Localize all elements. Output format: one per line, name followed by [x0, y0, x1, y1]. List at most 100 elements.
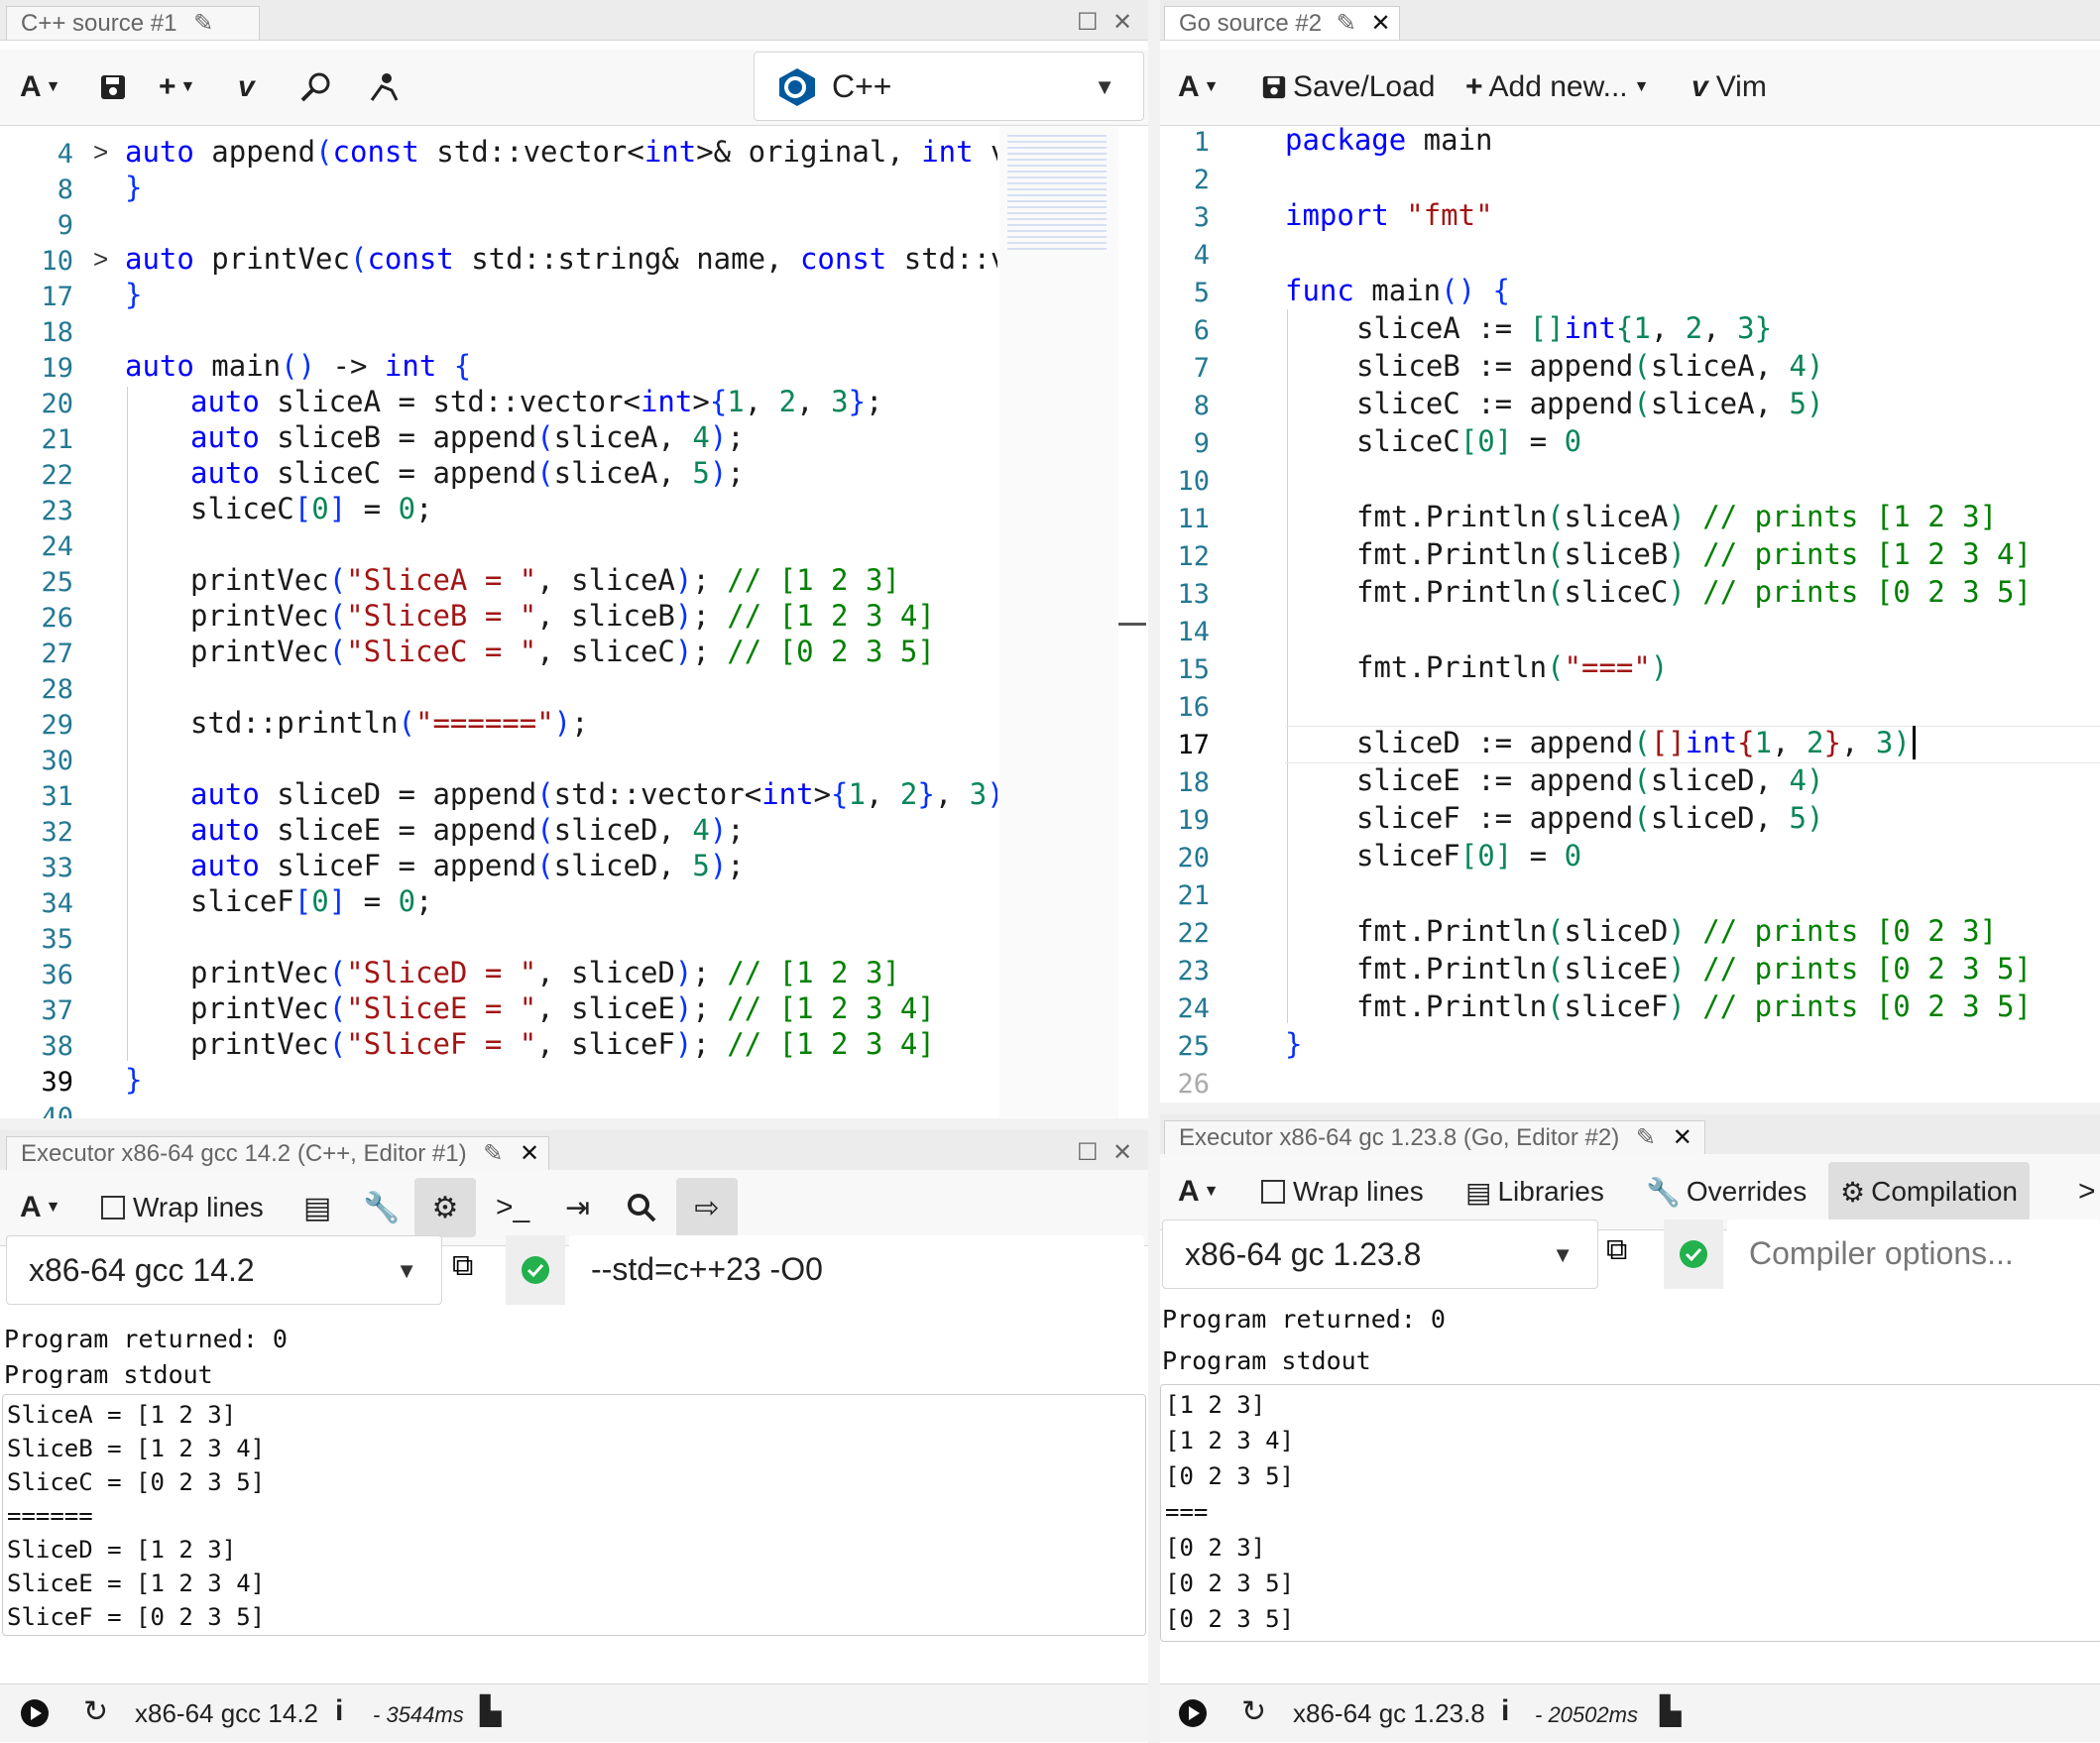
close-icon[interactable]: ✕: [1112, 1138, 1132, 1167]
popout-icon[interactable]: ⧉: [452, 1249, 473, 1283]
go-executor-tabbar: Executor x86-64 gc 1.23.8 (Go, Editor #2…: [1160, 1114, 2100, 1155]
code-line: package main: [1285, 123, 1493, 157]
stdin-icon[interactable]: ⇥: [565, 1178, 590, 1237]
minimap[interactable]: [999, 127, 1118, 1118]
code-line: }: [125, 1063, 143, 1097]
output-exit-icon[interactable]: ⇨: [676, 1178, 738, 1237]
save-icon[interactable]: [99, 58, 127, 117]
line-number: 31: [41, 781, 73, 812]
info-icon[interactable]: i: [1501, 1694, 1509, 1728]
line-number: 40: [41, 1103, 73, 1118]
code-line: printVec("SliceB = ", sliceB); // [1 2 3…: [190, 599, 935, 633]
compiler-select[interactable]: x86-64 gc 1.23.8 ▼: [1162, 1220, 1598, 1289]
checkbox-icon: [101, 1196, 125, 1220]
wrap-lines-toggle[interactable]: Wrap lines: [101, 1178, 264, 1237]
refresh-icon[interactable]: ↻: [83, 1694, 108, 1729]
pencil-icon[interactable]: ✎: [1636, 1124, 1656, 1151]
cpp-executor-tabbar: Executor x86-64 gcc 14.2 (C++, Editor #1…: [0, 1130, 1148, 1171]
wrap-lines-toggle[interactable]: Wrap lines: [1261, 1162, 1424, 1221]
line-number: 9: [57, 210, 73, 241]
stdout-line: ======: [7, 1502, 93, 1530]
status-compiler: x86-64 gc 1.23.8: [1293, 1698, 1485, 1728]
program-stdout-label: Program stdout: [1162, 1346, 1371, 1375]
line-number: 14: [1177, 617, 1210, 647]
stdout-line: [1 2 3]: [1165, 1391, 1266, 1419]
go-executor-statusbar: ↻ x86-64 gc 1.23.8 i - 20502ms ▙: [1160, 1684, 2100, 1742]
run-icon[interactable]: [20, 1698, 50, 1735]
refresh-icon[interactable]: ↻: [1241, 1694, 1266, 1729]
code-line: auto printVec(const std::string& name, c…: [125, 242, 997, 276]
line-number: 37: [41, 995, 73, 1026]
line-number: 19: [41, 353, 73, 384]
compiler-options-input[interactable]: --std=c++23 -O0: [569, 1235, 1144, 1305]
compiler-options-input[interactable]: Compiler options...: [1727, 1220, 2100, 1289]
code-line: fmt.Println(sliceA) // prints [1 2 3]: [1356, 500, 1998, 533]
line-number: 29: [41, 710, 73, 741]
info-icon[interactable]: i: [335, 1694, 343, 1728]
go-code-area[interactable]: package main import "fmt" func main() { …: [1285, 0, 2100, 1103]
line-number: 33: [41, 853, 73, 883]
line-number: 5: [1193, 278, 1210, 308]
line-number: 28: [41, 674, 73, 705]
code-line: std::println("======");: [190, 706, 589, 740]
close-icon[interactable]: ✕: [520, 1140, 539, 1167]
font-size-button[interactable]: A ▼: [1178, 58, 1220, 117]
cpp-code-area[interactable]: auto append(const std::vector<int>& orig…: [125, 0, 997, 1118]
checkbox-icon: [1261, 1180, 1285, 1204]
magnify-icon[interactable]: [627, 1178, 656, 1237]
compilation-gear-icon[interactable]: ⚙: [414, 1178, 476, 1237]
close-icon[interactable]: ✕: [1673, 1124, 1692, 1151]
stdout-line: SliceF = [0 2 3 5]: [7, 1603, 266, 1631]
chart-icon[interactable]: ▙: [1660, 1694, 1682, 1727]
overrides-button[interactable]: 🔧 Overrides: [1646, 1162, 1807, 1221]
chart-icon[interactable]: ▙: [480, 1694, 502, 1727]
compiler-select[interactable]: x86-64 gcc 14.2 ▼: [6, 1235, 442, 1305]
stdout-line: SliceD = [1 2 3]: [7, 1536, 237, 1564]
cpp-editor-pane: C++ source #1 ✎ ☐ ✕ A ▼ + ▼ v C++ ▼ 4 8 9 …: [0, 0, 1148, 1118]
line-number: 24: [41, 531, 73, 562]
terminal-icon[interactable]: >_: [496, 1178, 529, 1237]
more-chevron-icon[interactable]: >: [2078, 1162, 2096, 1221]
close-icon[interactable]: ✕: [1112, 8, 1132, 37]
stdout-line: SliceA = [1 2 3]: [7, 1401, 237, 1429]
go-editor-pane: Go source #2 ✎ ✕ A ▼ Save/Load + Add new..…: [1160, 0, 2100, 1103]
pencil-icon[interactable]: ✎: [483, 1140, 503, 1167]
font-size-button[interactable]: A ▼: [20, 1178, 61, 1237]
compilation-button[interactable]: ⚙ Compilation: [1828, 1162, 2030, 1221]
libraries-button[interactable]: ▤ Libraries: [1465, 1162, 1604, 1221]
program-returned: Program returned: 0: [4, 1325, 288, 1353]
run-icon[interactable]: [1178, 1698, 1208, 1735]
chevron-down-icon: ▼: [1094, 74, 1115, 99]
program-returned: Program returned: 0: [1162, 1305, 1446, 1334]
code-line: }: [125, 171, 143, 204]
libraries-icon[interactable]: ▤: [303, 1178, 331, 1237]
fold-arrow-icon[interactable]: >: [93, 137, 108, 168]
chevron-down-icon: ▼: [396, 1258, 417, 1283]
code-line: printVec("SliceF = ", sliceF); // [1 2 3…: [190, 1027, 935, 1061]
code-line: printVec("SliceE = ", sliceE); // [1 2 3…: [190, 991, 935, 1025]
line-number: 8: [1193, 391, 1210, 421]
popout-icon[interactable]: ⧉: [1606, 1233, 1627, 1267]
stdout-line: [0 2 3 5]: [1165, 1605, 1295, 1633]
scrollbar[interactable]: [1118, 623, 1146, 626]
status-compiler: x86-64 gcc 14.2: [135, 1698, 319, 1728]
tab-cpp-executor-label: Executor x86-64 gcc 14.2 (C++, Editor #1…: [21, 1140, 467, 1167]
maximize-icon[interactable]: ☐: [1077, 8, 1099, 37]
font-size-button[interactable]: A ▼: [1178, 1162, 1220, 1221]
code-line: sliceD := append([]int{1, 2}, 3): [1356, 726, 1916, 759]
chevron-down-icon: ▼: [1552, 1242, 1574, 1267]
stdout-box: [1 2 3] [1 2 3 4] [0 2 3 5] === [0 2 3] …: [1160, 1384, 2100, 1642]
line-number: 25: [1177, 1031, 1210, 1062]
wrench-icon[interactable]: 🔧: [363, 1178, 400, 1237]
line-number: 35: [41, 924, 73, 955]
code-line: func main() {: [1285, 274, 1511, 307]
tab-go-executor[interactable]: Executor x86-64 gc 1.23.8 (Go, Editor #2…: [1164, 1120, 1705, 1154]
maximize-icon[interactable]: ☐: [1077, 1138, 1099, 1167]
tab-cpp-executor[interactable]: Executor x86-64 gcc 14.2 (C++, Editor #1…: [6, 1136, 549, 1170]
fold-arrow-icon[interactable]: >: [93, 244, 108, 275]
line-number: 10: [41, 246, 73, 277]
font-size-button[interactable]: A ▼: [20, 58, 61, 117]
code-line: fmt.Println("==="): [1356, 650, 1669, 684]
line-number: 32: [41, 817, 73, 848]
stdout-line: SliceB = [1 2 3 4]: [7, 1435, 266, 1462]
